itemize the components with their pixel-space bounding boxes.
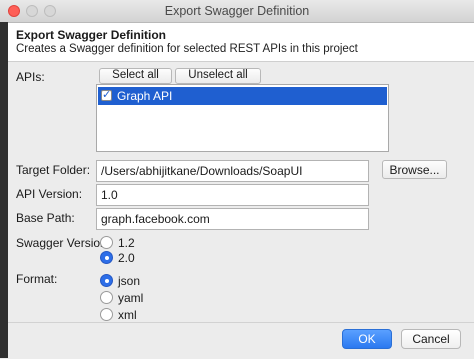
- format-label: Format:: [16, 272, 58, 286]
- swagger-version-1-2-radio[interactable]: [100, 236, 113, 249]
- apis-list[interactable]: ✓ Graph API: [96, 84, 389, 152]
- target-folder-field[interactable]: /Users/abhijitkane/Downloads/SoapUI: [96, 160, 369, 182]
- ok-button[interactable]: OK: [342, 329, 392, 349]
- cancel-button[interactable]: Cancel: [401, 329, 461, 349]
- window-title: Export Swagger Definition: [164, 4, 310, 18]
- unselect-all-button[interactable]: Unselect all: [175, 68, 261, 84]
- format-json-label: json: [118, 274, 141, 288]
- list-item-label: Graph API: [117, 89, 173, 103]
- api-version-field[interactable]: 1.0: [96, 184, 369, 206]
- list-item-graph-api[interactable]: ✓ Graph API: [98, 87, 387, 105]
- swagger-version-2-0-label: 2.0: [118, 251, 135, 265]
- browse-button[interactable]: Browse...: [382, 160, 447, 179]
- window-titlebar: Export Swagger Definition: [0, 0, 474, 23]
- swagger-version-label: Swagger Version:: [16, 236, 111, 250]
- graph-api-checkbox[interactable]: ✓: [101, 89, 112, 101]
- dialog-description: Creates a Swagger definition for selecte…: [16, 43, 358, 55]
- base-path-field[interactable]: graph.facebook.com: [96, 208, 369, 230]
- select-all-button[interactable]: Select all: [99, 68, 172, 84]
- api-version-label: API Version:: [16, 187, 83, 201]
- base-path-label: Base Path:: [16, 211, 75, 225]
- swagger-version-2-0-radio[interactable]: [100, 251, 113, 264]
- target-folder-label: Target Folder:: [16, 163, 91, 177]
- background-window-edge: [0, 22, 8, 358]
- format-yaml-label: yaml: [118, 291, 144, 305]
- swagger-version-1-2-label: 1.2: [118, 236, 135, 250]
- format-json-radio[interactable]: [100, 274, 113, 287]
- format-xml-label: xml: [118, 308, 137, 322]
- checkmark-icon: ✓: [102, 89, 112, 101]
- format-yaml-radio[interactable]: [100, 291, 113, 304]
- apis-label: APIs:: [16, 70, 45, 84]
- dialog-header: Export Swagger Definition Creates a Swag…: [8, 23, 474, 62]
- format-xml-radio[interactable]: [100, 308, 113, 321]
- dialog-title: Export Swagger Definition: [16, 28, 167, 42]
